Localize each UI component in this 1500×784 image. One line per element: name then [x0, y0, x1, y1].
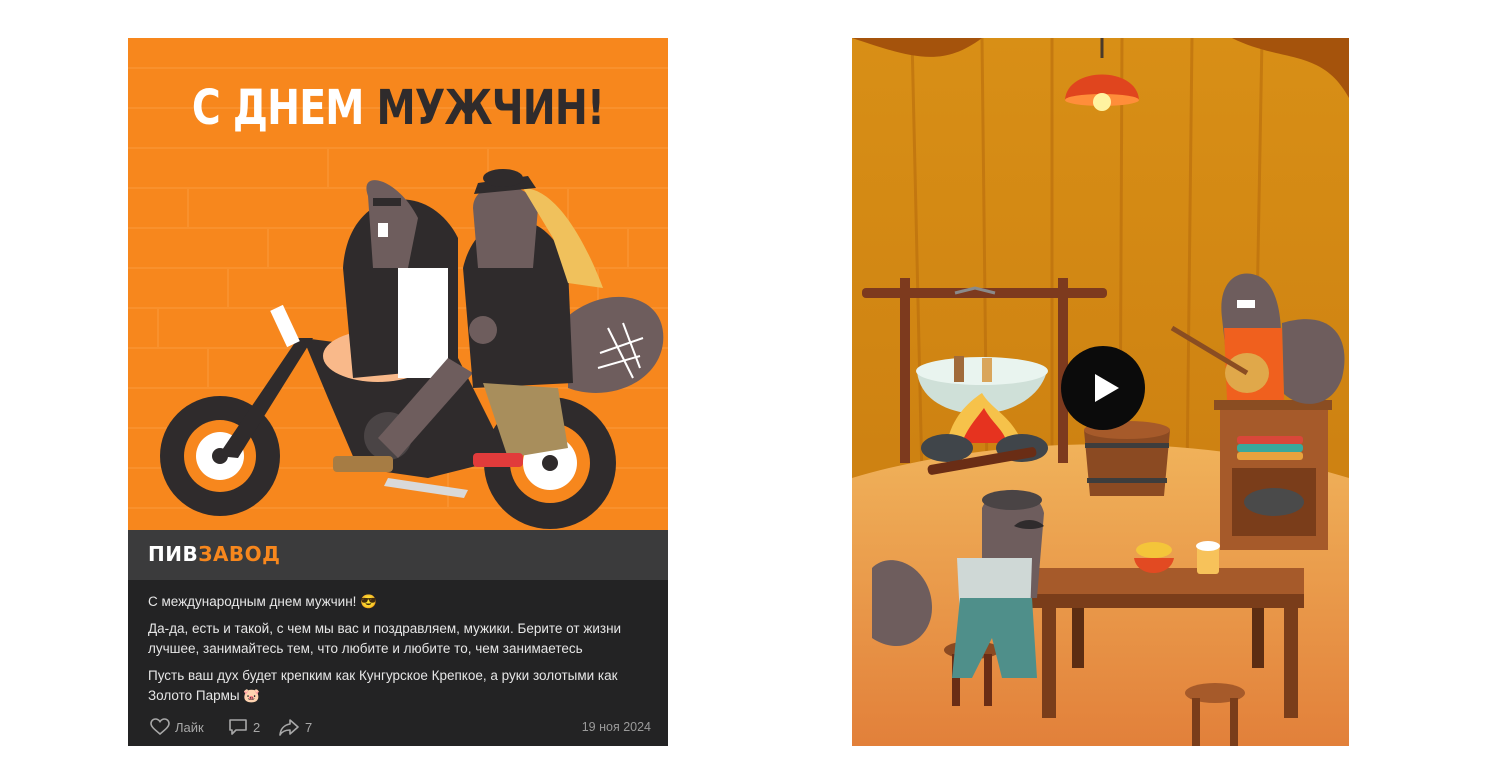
- brand-bar: ПИВЗАВОД: [128, 530, 668, 580]
- like-label: Лайк: [175, 719, 204, 735]
- share-button[interactable]: 7: [278, 718, 312, 736]
- post-date: 19 ноя 2024: [581, 720, 651, 734]
- post-card: С ДНЕМ МУЖЧИН! ПИВЗАВОД С международным …: [128, 38, 668, 746]
- pivzavod-logo: ПИВЗАВОД: [148, 542, 280, 566]
- comment-icon: [229, 719, 247, 735]
- post-footer: Лайк 2 7 19 ноя 2024: [128, 714, 668, 742]
- headline-part-dark: МУЖЧИН!: [376, 80, 605, 136]
- post-text-line3: Пусть ваш дух будет крепким как Кунгурск…: [148, 668, 618, 703]
- headline-part-white: С ДНЕМ: [191, 80, 377, 136]
- post-text-line1: С международным днем мужчин! 😎: [148, 594, 377, 609]
- video-player[interactable]: [852, 38, 1349, 746]
- comments-count: 2: [253, 719, 261, 735]
- like-button[interactable]: Лайк: [150, 718, 204, 736]
- play-icon: [1095, 374, 1119, 402]
- post-text: С международным днем мужчин! 😎 Да-да, ес…: [148, 592, 653, 713]
- play-button[interactable]: [1061, 346, 1145, 430]
- logo-part-white: ПИВ: [148, 542, 199, 566]
- comments-button[interactable]: 2: [228, 718, 260, 736]
- logo-part-orange: ЗАВОД: [198, 542, 281, 566]
- post-image[interactable]: С ДНЕМ МУЖЧИН!: [128, 38, 668, 530]
- post-text-line2: Да-да, есть и такой, с чем мы вас и позд…: [148, 621, 622, 656]
- post-image-headline: С ДНЕМ МУЖЧИН!: [177, 80, 620, 136]
- heart-icon: [150, 718, 170, 736]
- share-icon: [279, 719, 299, 736]
- shares-count: 7: [305, 719, 313, 735]
